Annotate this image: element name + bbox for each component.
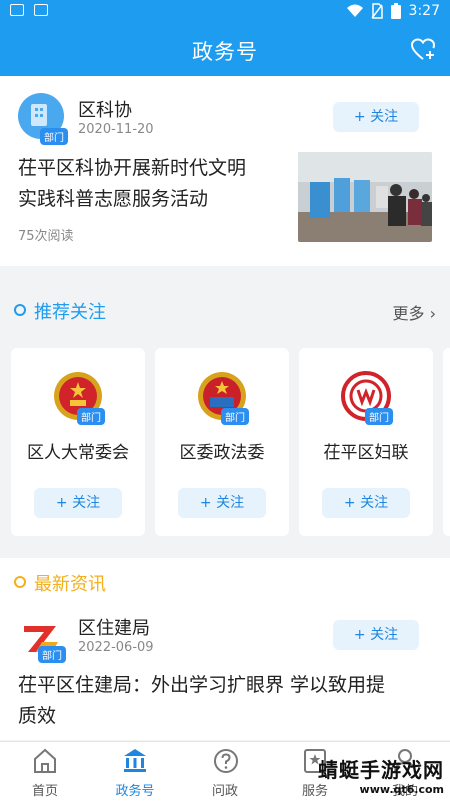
watermark-url: www.qt6.com bbox=[359, 783, 444, 796]
gallery-notification-icon bbox=[10, 4, 24, 16]
read-count: 75次阅读 bbox=[18, 229, 74, 244]
tab-label: 政务号 bbox=[115, 784, 155, 799]
article-thumbnail[interactable] bbox=[298, 152, 432, 242]
battery-icon bbox=[390, 3, 401, 19]
post-date: 2020-11-20 bbox=[78, 122, 154, 137]
org-name: 茌平区妇联 bbox=[323, 443, 409, 463]
org-name: 区委政法委 bbox=[179, 443, 265, 463]
status-bar: 3:27 bbox=[0, 0, 450, 24]
wifi-icon bbox=[346, 4, 363, 17]
chevron-right-icon: › bbox=[429, 304, 436, 323]
follow-button[interactable]: + 关注 bbox=[34, 488, 122, 518]
recommend-card[interactable]: 部门 区人大常委会 + 关注 bbox=[11, 348, 145, 536]
post-date: 2022-06-09 bbox=[78, 640, 154, 655]
recommend-card[interactable]: 部门 区委政法委 + 关注 bbox=[155, 348, 289, 536]
org-name: 区人大常委会 bbox=[27, 443, 129, 463]
article-headline[interactable]: 茌平区科协开展新时代文明 实践科普志愿服务活动 bbox=[18, 153, 288, 215]
department-badge: 部门 bbox=[221, 408, 249, 425]
more-label: 更多 bbox=[392, 304, 425, 323]
org-name[interactable]: 区住建局 bbox=[78, 614, 150, 640]
follow-button[interactable]: + 关注 bbox=[333, 102, 419, 132]
more-link[interactable]: 更多 › bbox=[392, 300, 436, 324]
tab-inquiry[interactable]: 问政 bbox=[180, 742, 270, 801]
recommend-section-header: 推荐关注 更多 › bbox=[0, 288, 450, 332]
app-notification-icon bbox=[34, 4, 48, 16]
government-building-icon bbox=[124, 749, 146, 772]
article-headline[interactable]: 茌平区住建局：外出学习扩眼界 学以致用提 质效 bbox=[18, 670, 434, 732]
department-badge: 部门 bbox=[365, 408, 393, 425]
follow-button[interactable]: + 关注 bbox=[333, 620, 419, 650]
headline-line-1: 茌平区科协开展新时代文明 bbox=[18, 157, 247, 179]
site-watermark: 蜻蜓手游戏网 www.qt6.com bbox=[318, 754, 444, 796]
clock: 3:27 bbox=[408, 3, 440, 19]
news-item[interactable]: 部门 区住建局 2022-06-09 + 关注 茌平区住建局：外出学习扩眼界 学… bbox=[0, 602, 450, 740]
tab-label: 问政 bbox=[211, 784, 238, 799]
section-dot-icon bbox=[14, 304, 26, 316]
page-title: 政务号 bbox=[192, 40, 258, 64]
recommend-card-peek bbox=[443, 348, 450, 536]
watermark-title: 蜻蜓手游戏网 bbox=[318, 758, 444, 782]
headline-line-1: 茌平区住建局：外出学习扩眼界 学以致用提 bbox=[18, 674, 386, 696]
app-header: 政务号 bbox=[0, 24, 450, 76]
follow-button[interactable]: + 关注 bbox=[322, 488, 410, 518]
section-title: 推荐关注 bbox=[34, 302, 106, 323]
home-icon bbox=[34, 748, 56, 773]
tab-home[interactable]: 首页 bbox=[0, 742, 90, 801]
section-dot-icon bbox=[14, 576, 26, 588]
org-name[interactable]: 区科协 bbox=[78, 96, 132, 122]
recommend-card[interactable]: 部门 茌平区妇联 + 关注 bbox=[299, 348, 433, 536]
latest-section-header: 最新资讯 bbox=[0, 560, 450, 604]
department-badge: 部门 bbox=[38, 646, 66, 663]
section-title: 最新资讯 bbox=[34, 574, 106, 595]
department-badge: 部门 bbox=[40, 128, 68, 145]
follow-button[interactable]: + 关注 bbox=[178, 488, 266, 518]
tab-label: 首页 bbox=[31, 784, 58, 799]
headline-line-2: 质效 bbox=[18, 705, 57, 727]
question-icon bbox=[214, 749, 238, 773]
tab-government-account[interactable]: 政务号 bbox=[90, 742, 180, 801]
heart-plus-icon[interactable] bbox=[410, 37, 436, 63]
no-sim-icon bbox=[370, 3, 383, 19]
department-badge: 部门 bbox=[77, 408, 105, 425]
headline-line-2: 实践科普志愿服务活动 bbox=[18, 188, 209, 210]
